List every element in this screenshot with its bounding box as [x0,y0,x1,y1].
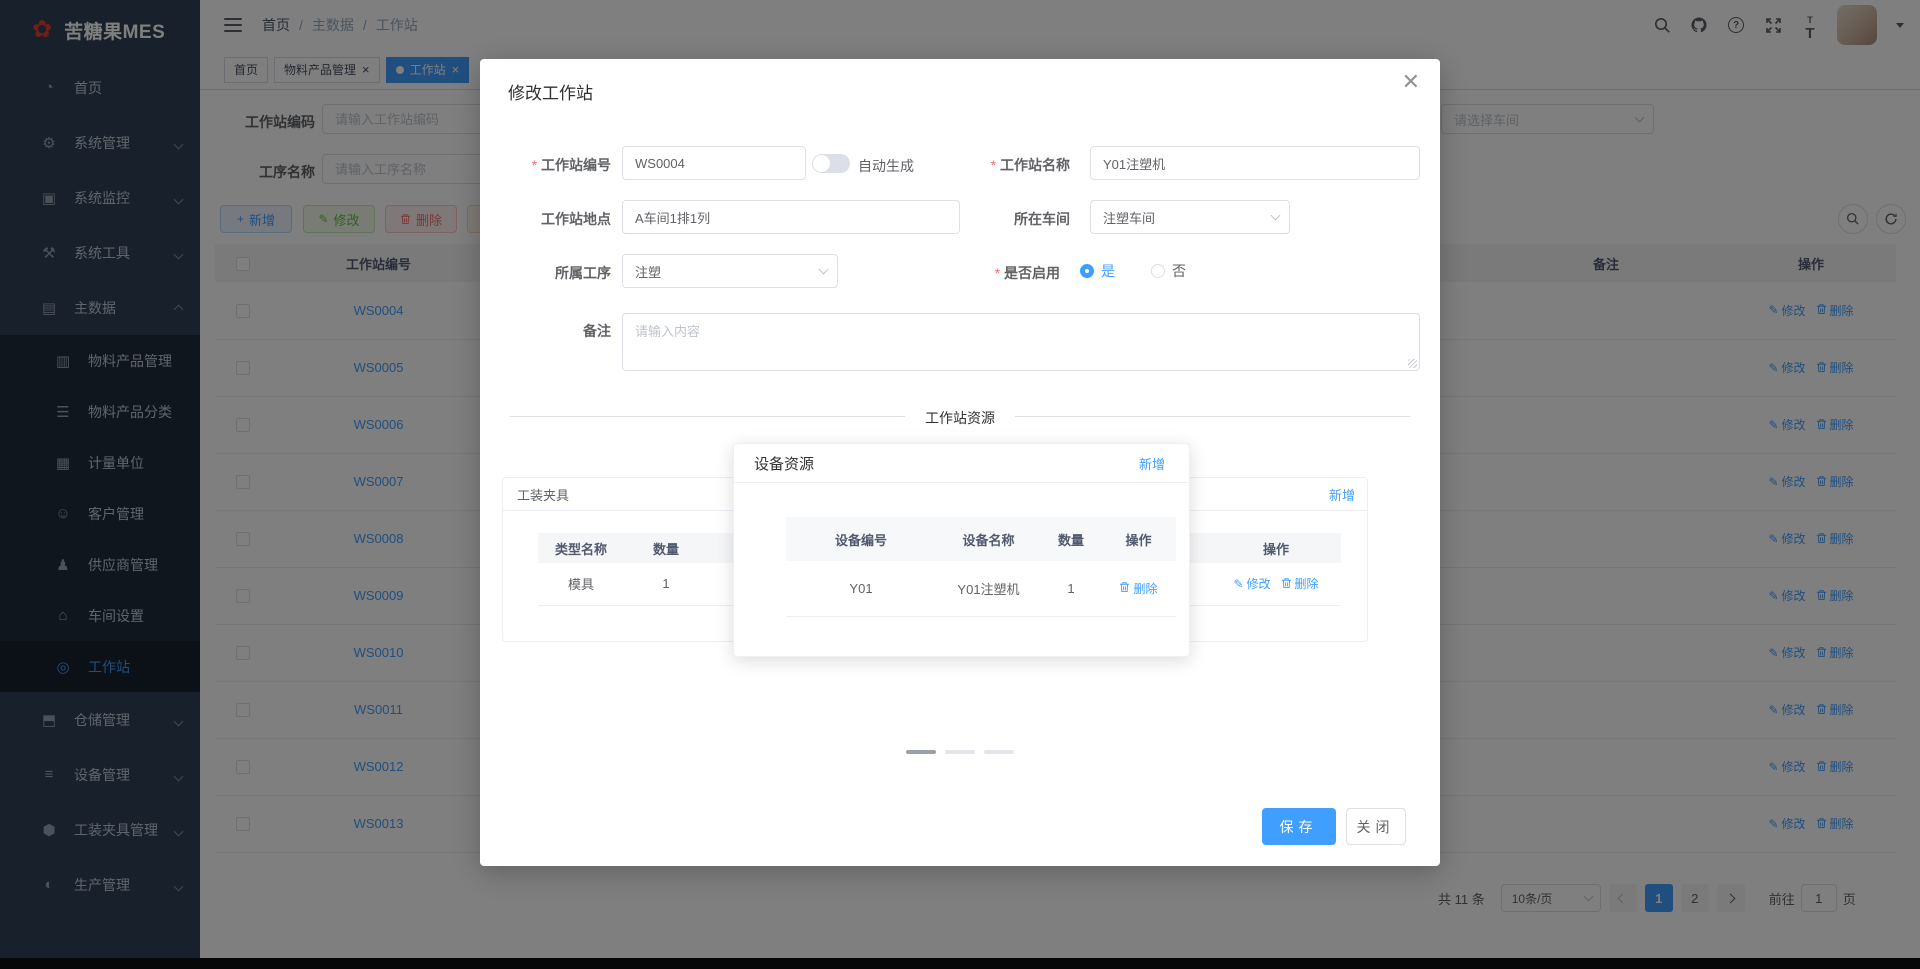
edit-icon: ✎ [1233,576,1244,591]
panel-column-header: 数量 [624,533,708,563]
auto-generate-label: 自动生成 [858,158,914,174]
delete-icon [1119,581,1130,595]
process-select[interactable]: 注塑 [622,254,838,288]
equipment-row: Y01 Y01注塑机 1 删除 [786,561,1176,617]
popup-title: 设备资源 [754,455,815,473]
equipment-resource-popup: 设备资源 新增 设备编号 设备名称 数量 操作 Y01 Y01注塑机 1 删除 [733,443,1190,657]
name-input[interactable] [1090,146,1420,180]
col-qty: 数量 [1041,517,1101,561]
col-equipment-code: 设备编号 [786,517,936,561]
remark-label: 备注 [583,323,611,339]
workshop-select[interactable]: 注塑车间 [1090,200,1290,234]
delete-icon [1281,577,1292,591]
popup-header: 设备资源 新增 [734,444,1189,483]
popup-add-button[interactable]: 新增 [1139,454,1165,473]
panel-delete-button[interactable]: 删除 [1281,575,1319,592]
panel-column-header: 操作 [1211,533,1341,563]
enabled-no-radio[interactable]: 否 [1151,261,1186,281]
col-actions: 操作 [1101,517,1176,561]
carousel-indicators [906,750,1014,754]
location-label: 工作站地点 [541,211,611,227]
delete-label: 删除 [1133,581,1158,596]
name-label: 工作站名称 [935,155,1070,175]
panel-qty-cell: 1 [624,563,708,606]
col-equipment-name: 设备名称 [936,517,1041,561]
close-icon[interactable]: ✕ [1402,71,1420,93]
panel-name-cell: 模具 [538,563,624,606]
equipment-cell: Y01 [786,561,936,617]
panel-column-header: 类型名称 [538,533,624,563]
dialog-close-button[interactable]: 关闭 [1346,808,1406,845]
chevron-down-icon [1270,210,1281,221]
delete-label: 删除 [1294,577,1319,592]
code-input[interactable] [622,146,806,180]
remark-textarea[interactable] [622,313,1420,371]
chevron-down-icon [818,264,829,275]
workshop-label: 所在车间 [1014,211,1070,227]
save-button[interactable]: 保存 [1262,808,1336,845]
panel-add-button[interactable]: 新增 [1329,485,1355,504]
section-title: 工作站资源 [905,408,1015,428]
panel-edit-button[interactable]: ✎修改 [1233,575,1270,592]
equipment-table: 设备编号 设备名称 数量 操作 Y01 Y01注塑机 1 删除 [786,517,1176,617]
panel-actions-cell: ✎修改 删除 [1211,563,1341,606]
enabled-yes-radio[interactable]: 是 [1080,261,1115,281]
dialog-title: 修改工作站 [508,84,593,103]
edit-label: 修改 [1246,577,1271,592]
panel-title: 工装夹具 [517,487,570,503]
carousel-indicator[interactable] [984,750,1014,754]
carousel-indicator[interactable] [906,750,936,754]
equipment-actions-cell: 删除 [1101,561,1176,617]
enabled-label: 是否启用 [930,263,1060,283]
equipment-cell: Y01注塑机 [936,561,1041,617]
carousel-indicator[interactable] [945,750,975,754]
auto-generate-toggle[interactable] [812,154,850,173]
equipment-cell: 1 [1041,561,1101,617]
edit-workstation-dialog: 修改工作站 ✕ 工作站编号 自动生成 工作站名称 工作站地点 所在车间 注塑车间… [480,59,1440,866]
process-label: 所属工序 [555,265,611,281]
equipment-delete-button[interactable]: 删除 [1119,580,1158,597]
code-label: 工作站编号 [480,155,611,175]
location-input[interactable] [622,200,960,234]
